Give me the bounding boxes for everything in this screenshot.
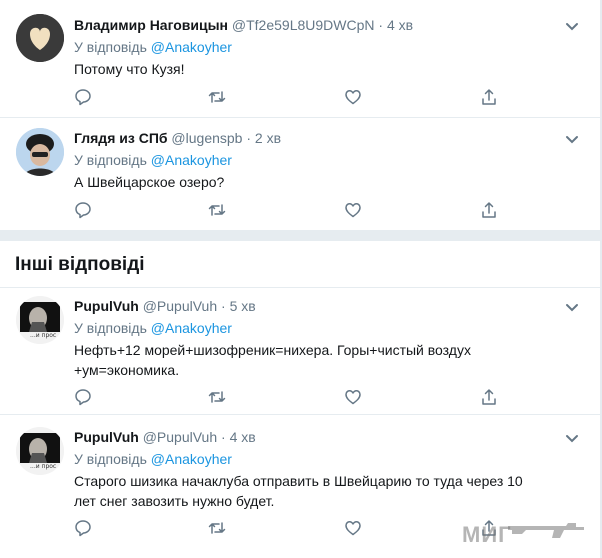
tweet-header: PupulVuh @PupulVuh 5 хв (74, 298, 256, 314)
tweet-header: PupulVuh @PupulVuh 4 хв (74, 429, 256, 445)
retweet-icon[interactable] (208, 88, 228, 108)
tweet-actions (74, 388, 514, 408)
tweet-text: Потому что Кузя! (74, 61, 185, 77)
tweet-time[interactable]: 2 хв (246, 130, 281, 146)
reply-icon[interactable] (74, 388, 94, 408)
user-handle[interactable]: @PupulVuh (143, 298, 217, 314)
retweet-icon[interactable] (208, 388, 228, 408)
replying-prefix: У відповідь (74, 320, 147, 336)
other-replies-section: Інші відповіді (0, 241, 600, 287)
share-icon[interactable] (480, 388, 500, 408)
avatar[interactable] (16, 128, 64, 176)
share-icon[interactable] (480, 88, 500, 108)
like-icon[interactable] (344, 201, 364, 221)
tweet-actions (74, 88, 514, 108)
watermark-logo: МИГ (462, 514, 590, 550)
tweet-text: Старого шизика начаклуба отправить в Шве… (74, 473, 523, 509)
reply-icon[interactable] (74, 201, 94, 221)
share-icon[interactable] (480, 201, 500, 221)
tweet-actions (74, 519, 514, 539)
replying-prefix: У відповідь (74, 451, 147, 467)
chevron-down-icon[interactable] (564, 131, 580, 147)
tweet[interactable]: Глядя из СПб @lugenspb 2 хв У відповідь … (0, 118, 600, 230)
chevron-down-icon[interactable] (564, 18, 580, 34)
tweet-actions (74, 201, 514, 221)
mention-link[interactable]: @Anakoyher (151, 451, 232, 467)
chevron-down-icon[interactable] (564, 430, 580, 446)
user-handle[interactable]: @lugenspb (171, 130, 242, 146)
mention-link[interactable]: @Anakoyher (151, 320, 232, 336)
avatar[interactable] (16, 14, 64, 62)
tweet-header: Владимир Наговицын @Tf2e59L8U9DWCpN 4 хв (74, 17, 413, 33)
like-icon[interactable] (344, 519, 364, 539)
avatar-caption: ...и прос (30, 332, 57, 339)
chevron-down-icon[interactable] (564, 299, 580, 315)
user-name[interactable]: Владимир Наговицын (74, 17, 228, 33)
replying-to: У відповідь @Anakoyher (74, 152, 232, 168)
retweet-icon[interactable] (208, 519, 228, 539)
tweet-time[interactable]: 4 хв (221, 429, 256, 445)
tweet-text: Нефть+12 морей+шизофреник=нихера. Горы+ч… (74, 342, 471, 378)
tweet-time[interactable]: 5 хв (221, 298, 256, 314)
replying-to: У відповідь @Anakoyher (74, 451, 232, 467)
retweet-icon[interactable] (208, 201, 228, 221)
tweet-header: Глядя из СПб @lugenspb 2 хв (74, 130, 281, 146)
user-name[interactable]: Глядя из СПб (74, 130, 168, 146)
mention-link[interactable]: @Anakoyher (151, 152, 232, 168)
like-icon[interactable] (344, 88, 364, 108)
mention-link[interactable]: @Anakoyher (151, 39, 232, 55)
rifle-icon (508, 523, 584, 538)
tweet[interactable]: Владимир Наговицын @Tf2e59L8U9DWCpN 4 хв… (0, 0, 600, 117)
section-title: Інші відповіді (15, 254, 145, 275)
user-name[interactable]: PupulVuh (74, 429, 139, 445)
replying-to: У відповідь @Anakoyher (74, 320, 232, 336)
reply-icon[interactable] (74, 88, 94, 108)
tweet[interactable]: ...и прос PupulVuh @PupulVuh 5 хв У відп… (0, 288, 600, 414)
reply-icon[interactable] (74, 519, 94, 539)
replying-prefix: У відповідь (74, 39, 147, 55)
user-handle[interactable]: @PupulVuh (143, 429, 217, 445)
watermark-text: МИГ (462, 522, 512, 547)
tweet-time[interactable]: 4 хв (378, 17, 413, 33)
like-icon[interactable] (344, 388, 364, 408)
avatar[interactable]: ...и прос (16, 427, 64, 475)
replying-to: У відповідь @Anakoyher (74, 39, 232, 55)
user-name[interactable]: PupulVuh (74, 298, 139, 314)
avatar-caption: ...и прос (30, 463, 57, 470)
replying-prefix: У відповідь (74, 152, 147, 168)
user-handle[interactable]: @Tf2e59L8U9DWCpN (232, 17, 375, 33)
tweet-text: А Швейцарское озеро? (74, 174, 225, 190)
avatar[interactable]: ...и прос (16, 296, 64, 344)
